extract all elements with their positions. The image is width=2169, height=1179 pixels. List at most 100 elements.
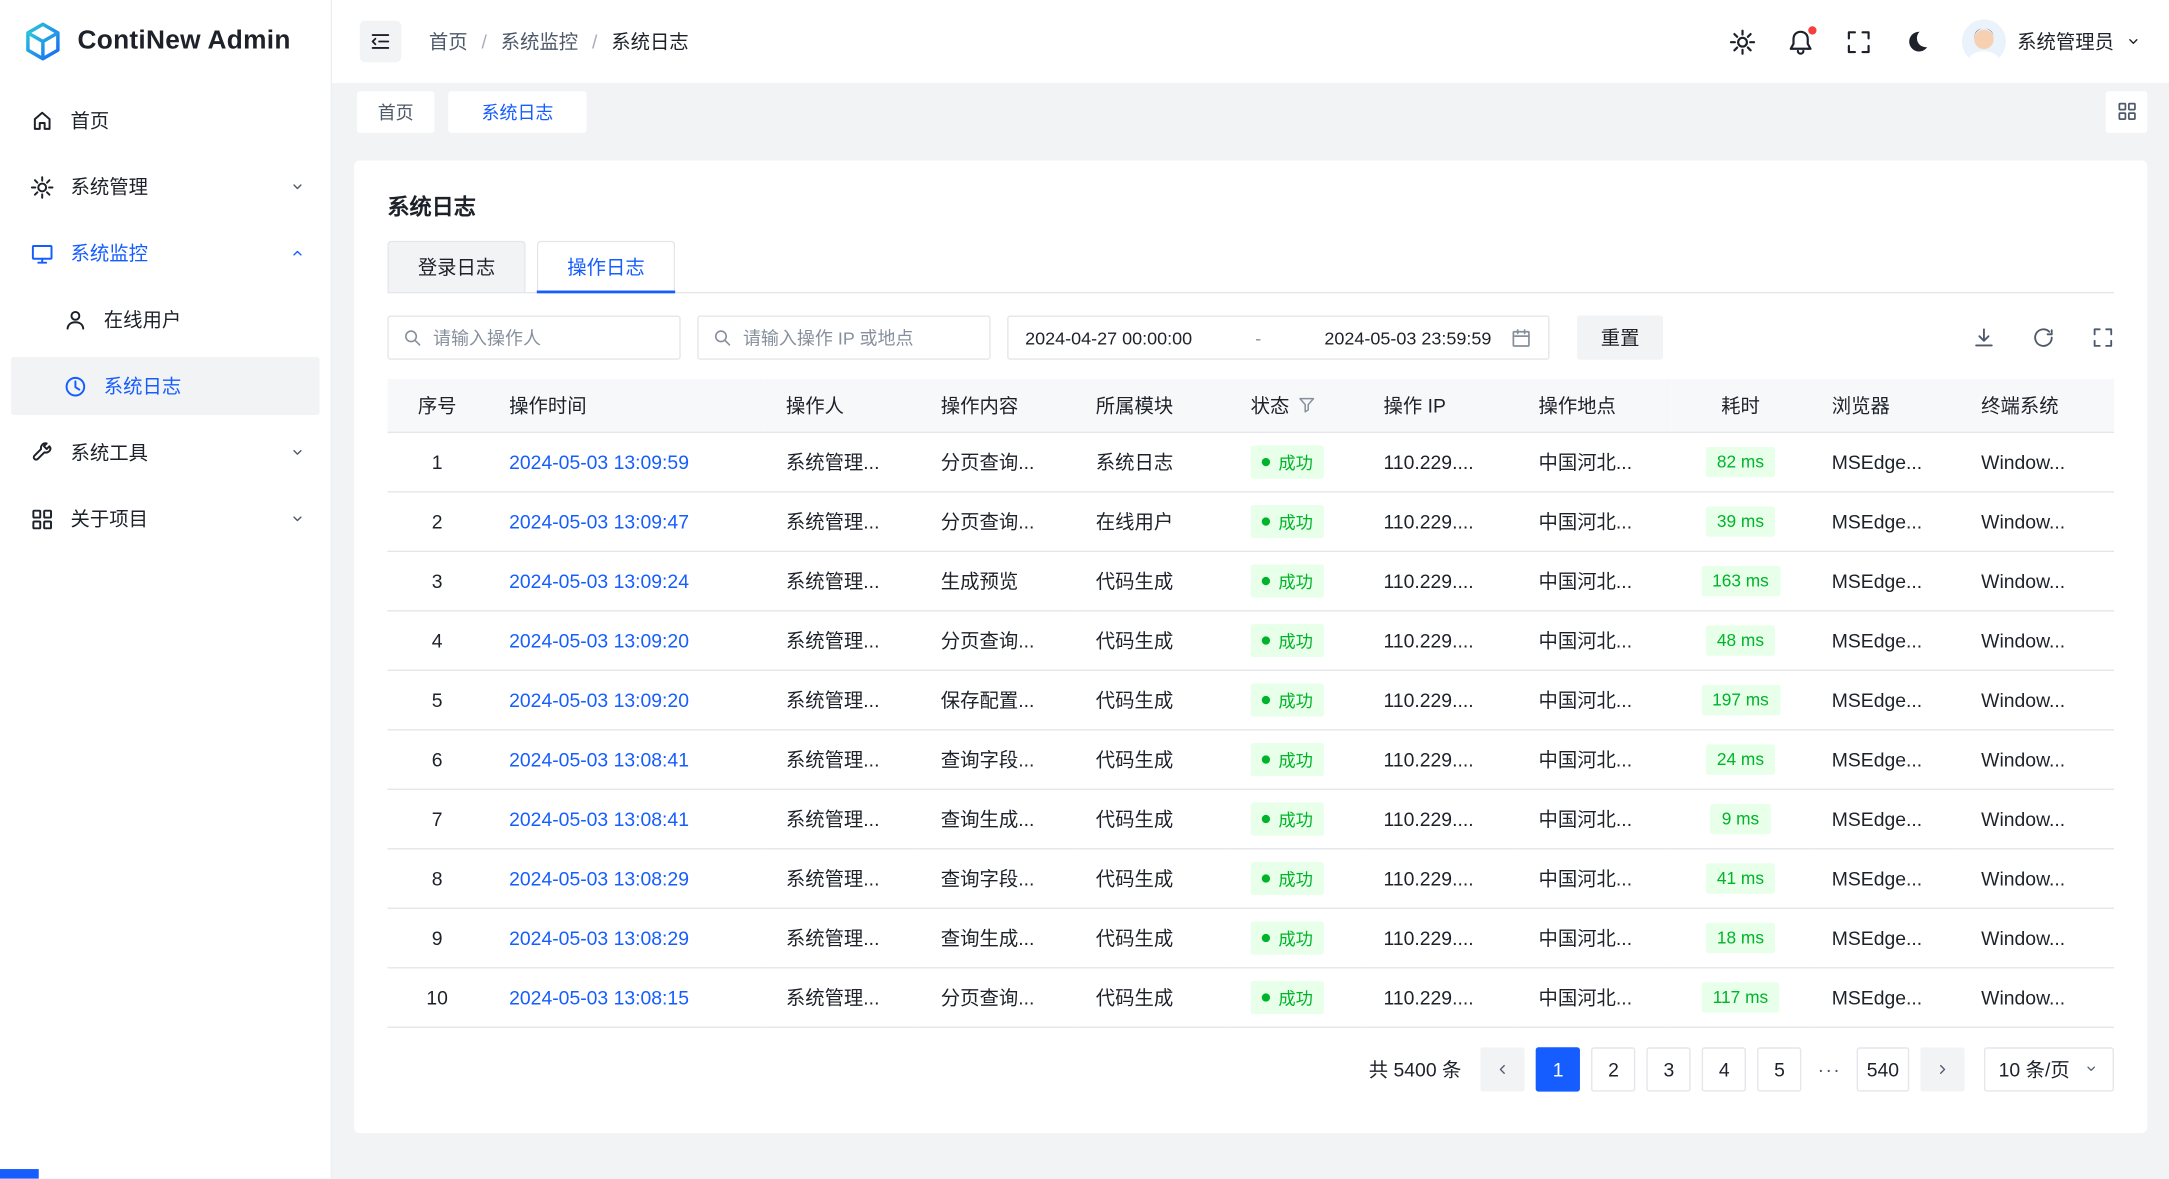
cell-location: 中国河北...: [1516, 789, 1671, 848]
time-link[interactable]: 2024-05-03 13:08:15: [509, 986, 689, 1008]
breadcrumb-item[interactable]: 系统监控: [501, 28, 578, 56]
cell-module: 代码生成: [1074, 610, 1229, 669]
time-link[interactable]: 2024-05-03 13:09:20: [509, 629, 689, 651]
pagination-page-button[interactable]: 2: [1591, 1047, 1635, 1091]
status-dot-icon: [1262, 517, 1270, 525]
app-window: ContiNew Admin 首页 系统管理 系统监控 在线用户: [0, 0, 2169, 1179]
cell-ip: 110.229....: [1361, 908, 1516, 967]
layout-grid-icon: [2116, 101, 2137, 122]
status-label: 成功: [1278, 567, 1313, 593]
fullscreen-icon[interactable]: [1846, 28, 1872, 54]
settings-icon[interactable]: [1729, 28, 1755, 54]
cell-location: 中国河北...: [1516, 491, 1671, 550]
sidebar-collapse-button[interactable]: [360, 21, 402, 63]
user-menu[interactable]: 系统管理员: [1962, 19, 2142, 63]
status-label: 成功: [1278, 508, 1313, 534]
sidebar-item-system-logs[interactable]: 系统日志: [11, 357, 320, 415]
sidebar-item-about-project[interactable]: 关于项目: [11, 490, 320, 548]
table-row[interactable]: 8 2024-05-03 13:08:29 系统管理... 查询字段... 代码…: [387, 848, 2114, 907]
status-label: 成功: [1278, 448, 1313, 474]
time-link[interactable]: 2024-05-03 13:09:59: [509, 450, 689, 472]
table-row[interactable]: 3 2024-05-03 13:09:24 系统管理... 生成预览 代码生成 …: [387, 551, 2114, 610]
table-row[interactable]: 9 2024-05-03 13:08:29 系统管理... 查询生成... 代码…: [387, 908, 2114, 967]
time-link[interactable]: 2024-05-03 13:08:29: [509, 867, 689, 889]
operator-search-field[interactable]: [387, 315, 680, 359]
cell-os: Window...: [1959, 491, 2114, 550]
table-row[interactable]: 5 2024-05-03 13:09:20 系统管理... 保存配置... 代码…: [387, 670, 2114, 729]
time-link[interactable]: 2024-05-03 13:08:41: [509, 748, 689, 770]
sidebar-item-system-monitor[interactable]: 系统监控: [11, 224, 320, 282]
filter-icon[interactable]: [1298, 396, 1316, 414]
tab-operation-logs[interactable]: 操作日志: [537, 241, 675, 292]
table-row[interactable]: 1 2024-05-03 13:09:59 系统管理... 分页查询... 系统…: [387, 432, 2114, 491]
time-link[interactable]: 2024-05-03 13:09:24: [509, 569, 689, 591]
table-row[interactable]: 10 2024-05-03 13:08:15 系统管理... 分页查询... 代…: [387, 967, 2114, 1026]
strip-tab-home[interactable]: 首页: [357, 91, 434, 133]
cell-status: 成功: [1229, 670, 1362, 729]
cell-operator: 系统管理...: [764, 789, 919, 848]
cell-location: 中国河北...: [1516, 967, 1671, 1026]
strip-tab-label: 系统日志: [481, 98, 553, 124]
time-link[interactable]: 2024-05-03 13:08:41: [509, 807, 689, 829]
table-row[interactable]: 2 2024-05-03 13:09:47 系统管理... 分页查询... 在线…: [387, 491, 2114, 550]
cell-browser: MSEdge...: [1810, 610, 1959, 669]
cell-ip: 110.229....: [1361, 670, 1516, 729]
reset-button[interactable]: 重置: [1577, 315, 1663, 359]
tab-login-logs[interactable]: 登录日志: [387, 241, 525, 292]
sidebar-item-home[interactable]: 首页: [11, 91, 320, 149]
sidebar-item-system-management[interactable]: 系统管理: [11, 158, 320, 216]
page-size-select[interactable]: 10 条/页: [1983, 1047, 2114, 1091]
sidebar-item-system-tools[interactable]: 系统工具: [11, 423, 320, 481]
duration-badge: 117 ms: [1702, 982, 1780, 1012]
expand-icon[interactable]: [2092, 327, 2114, 349]
pagination-page-button[interactable]: 3: [1647, 1047, 1691, 1091]
duration-badge: 41 ms: [1706, 863, 1775, 893]
strip-tab-system-logs[interactable]: 系统日志: [448, 91, 586, 133]
ip-search-input[interactable]: [743, 327, 975, 348]
cell-index: 9: [387, 908, 487, 967]
moon-icon[interactable]: [1904, 28, 1930, 54]
pagination-page-button[interactable]: 5: [1757, 1047, 1801, 1091]
cell-ip: 110.229....: [1361, 610, 1516, 669]
breadcrumb-item[interactable]: 首页: [429, 28, 468, 56]
pagination-prev-button[interactable]: [1481, 1047, 1525, 1091]
ip-search-field[interactable]: [697, 315, 990, 359]
table-row[interactable]: 4 2024-05-03 13:09:20 系统管理... 分页查询... 代码…: [387, 610, 2114, 669]
cell-index: 5: [387, 670, 487, 729]
menu-fold-icon: [369, 30, 391, 52]
tab-label: 登录日志: [418, 253, 495, 281]
column-header-ip: 操作 IP: [1361, 379, 1516, 432]
pagination-ellipsis[interactable]: ···: [1813, 1058, 1846, 1080]
pagination-last-page-button[interactable]: 540: [1857, 1047, 1909, 1091]
cell-os: Window...: [1959, 551, 2114, 610]
notifications-button[interactable]: [1787, 28, 1813, 54]
log-type-tabs: 登录日志 操作日志: [387, 241, 2114, 294]
pagination-page-button[interactable]: 1: [1536, 1047, 1580, 1091]
sidebar-item-online-users[interactable]: 在线用户: [11, 291, 320, 349]
status-label: 成功: [1278, 984, 1313, 1010]
tab-actions-button[interactable]: [2106, 91, 2148, 133]
time-link[interactable]: 2024-05-03 13:09:20: [509, 688, 689, 710]
cell-content: 分页查询...: [919, 432, 1074, 491]
duration-badge: 48 ms: [1706, 625, 1775, 655]
table-row[interactable]: 6 2024-05-03 13:08:41 系统管理... 查询字段... 代码…: [387, 729, 2114, 788]
time-link[interactable]: 2024-05-03 13:09:47: [509, 510, 689, 532]
pagination-page-button[interactable]: 4: [1702, 1047, 1746, 1091]
refresh-icon[interactable]: [2032, 327, 2054, 349]
settings-icon: [30, 175, 54, 199]
date-range-picker[interactable]: 2024-04-27 00:00:00 - 2024-05-03 23:59:5…: [1007, 315, 1549, 359]
cell-content: 分页查询...: [919, 610, 1074, 669]
duration-badge: 82 ms: [1706, 446, 1775, 476]
operator-search-input[interactable]: [433, 327, 665, 348]
column-header-duration: 耗时: [1671, 379, 1809, 432]
status-dot-icon: [1262, 576, 1270, 584]
table-row[interactable]: 7 2024-05-03 13:08:41 系统管理... 查询生成... 代码…: [387, 789, 2114, 848]
topbar-actions: 系统管理员: [1729, 19, 2141, 63]
status-dot-icon: [1262, 874, 1270, 882]
time-link[interactable]: 2024-05-03 13:08:29: [509, 926, 689, 948]
download-icon[interactable]: [1973, 327, 1995, 349]
app-title: ContiNew Admin: [77, 26, 290, 56]
duration-badge: 24 ms: [1706, 744, 1775, 774]
pagination-next-button[interactable]: [1920, 1047, 1964, 1091]
chevron-down-icon: [289, 444, 306, 461]
